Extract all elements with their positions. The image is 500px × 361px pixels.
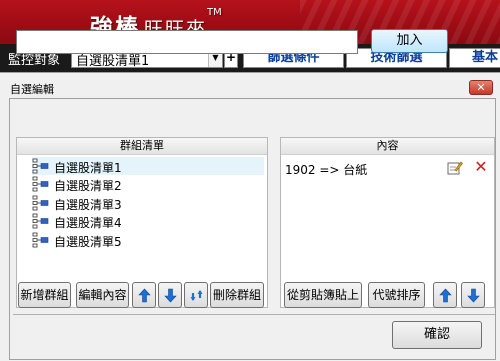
tree-node-icon (32, 176, 49, 192)
group-item-label: 自選股清單5 (54, 234, 122, 249)
paste-clipboard-button[interactable]: 從剪貼簿貼上 (284, 282, 362, 308)
group-item-label: 自選股清單4 (54, 216, 122, 231)
confirm-button[interactable]: 確認 (392, 321, 482, 349)
refresh-icon (190, 290, 203, 301)
delete-group-button[interactable]: 刪除群組 (210, 282, 264, 308)
arrow-down-icon (467, 288, 480, 303)
group-item-label: 自選股清單1 (54, 161, 122, 175)
tab-fundamental[interactable]: 基本 (449, 48, 500, 68)
add-button[interactable]: 加入 (371, 29, 448, 53)
edit-content-button[interactable]: 編輯內容 (76, 282, 129, 308)
watchlist-select-value: 自選股清單1 (76, 54, 150, 69)
close-icon[interactable]: ✕ (469, 80, 493, 95)
delete-icon[interactable]: ✕ (472, 158, 490, 176)
content-move-up-button[interactable] (433, 282, 457, 308)
content-item-text: 1902 => 台紙 (285, 163, 368, 177)
tree-node-icon (32, 158, 49, 174)
group-list-item[interactable]: 自選股清單5 (32, 231, 152, 249)
group-list-header: 群組清單 (17, 138, 267, 155)
group-move-down-button[interactable] (158, 282, 182, 308)
group-item-label: 自選股清單3 (54, 197, 122, 212)
group-list-item[interactable]: 自選股清單1 (32, 157, 264, 175)
stock-code-input[interactable] (16, 30, 358, 54)
edit-icon[interactable] (447, 160, 463, 176)
arrow-up-icon (138, 288, 151, 303)
sort-by-code-button[interactable]: 代號排序 (368, 282, 425, 308)
arrow-up-icon (439, 288, 452, 303)
content-list-item[interactable]: 1902 => 台紙 ✕ (282, 157, 493, 179)
content-header: 內容 (281, 138, 494, 155)
tree-node-icon (32, 195, 49, 211)
group-move-up-button[interactable] (132, 282, 156, 308)
group-list-item[interactable]: 自選股清單2 (32, 175, 152, 193)
divider (13, 314, 495, 315)
content-move-down-button[interactable] (461, 282, 485, 308)
arrow-down-icon (164, 288, 177, 303)
group-item-label: 自選股清單2 (54, 179, 122, 194)
group-list-item[interactable]: 自選股清單4 (32, 212, 152, 230)
new-group-button[interactable]: 新增群組 (18, 282, 71, 308)
group-list-item[interactable]: 自選股清單3 (32, 194, 152, 212)
app-window: 強棒 旺旺來TM 監控對象 自選股清單1 ▼ + 篩選條件 技術篩選 基本 自選編… (0, 0, 500, 361)
tree-node-icon (32, 232, 49, 248)
dialog-title: 自選編輯 (10, 83, 54, 96)
trademark-mark: TM (207, 7, 222, 18)
tree-node-icon (32, 213, 49, 229)
group-refresh-button[interactable] (184, 282, 208, 308)
